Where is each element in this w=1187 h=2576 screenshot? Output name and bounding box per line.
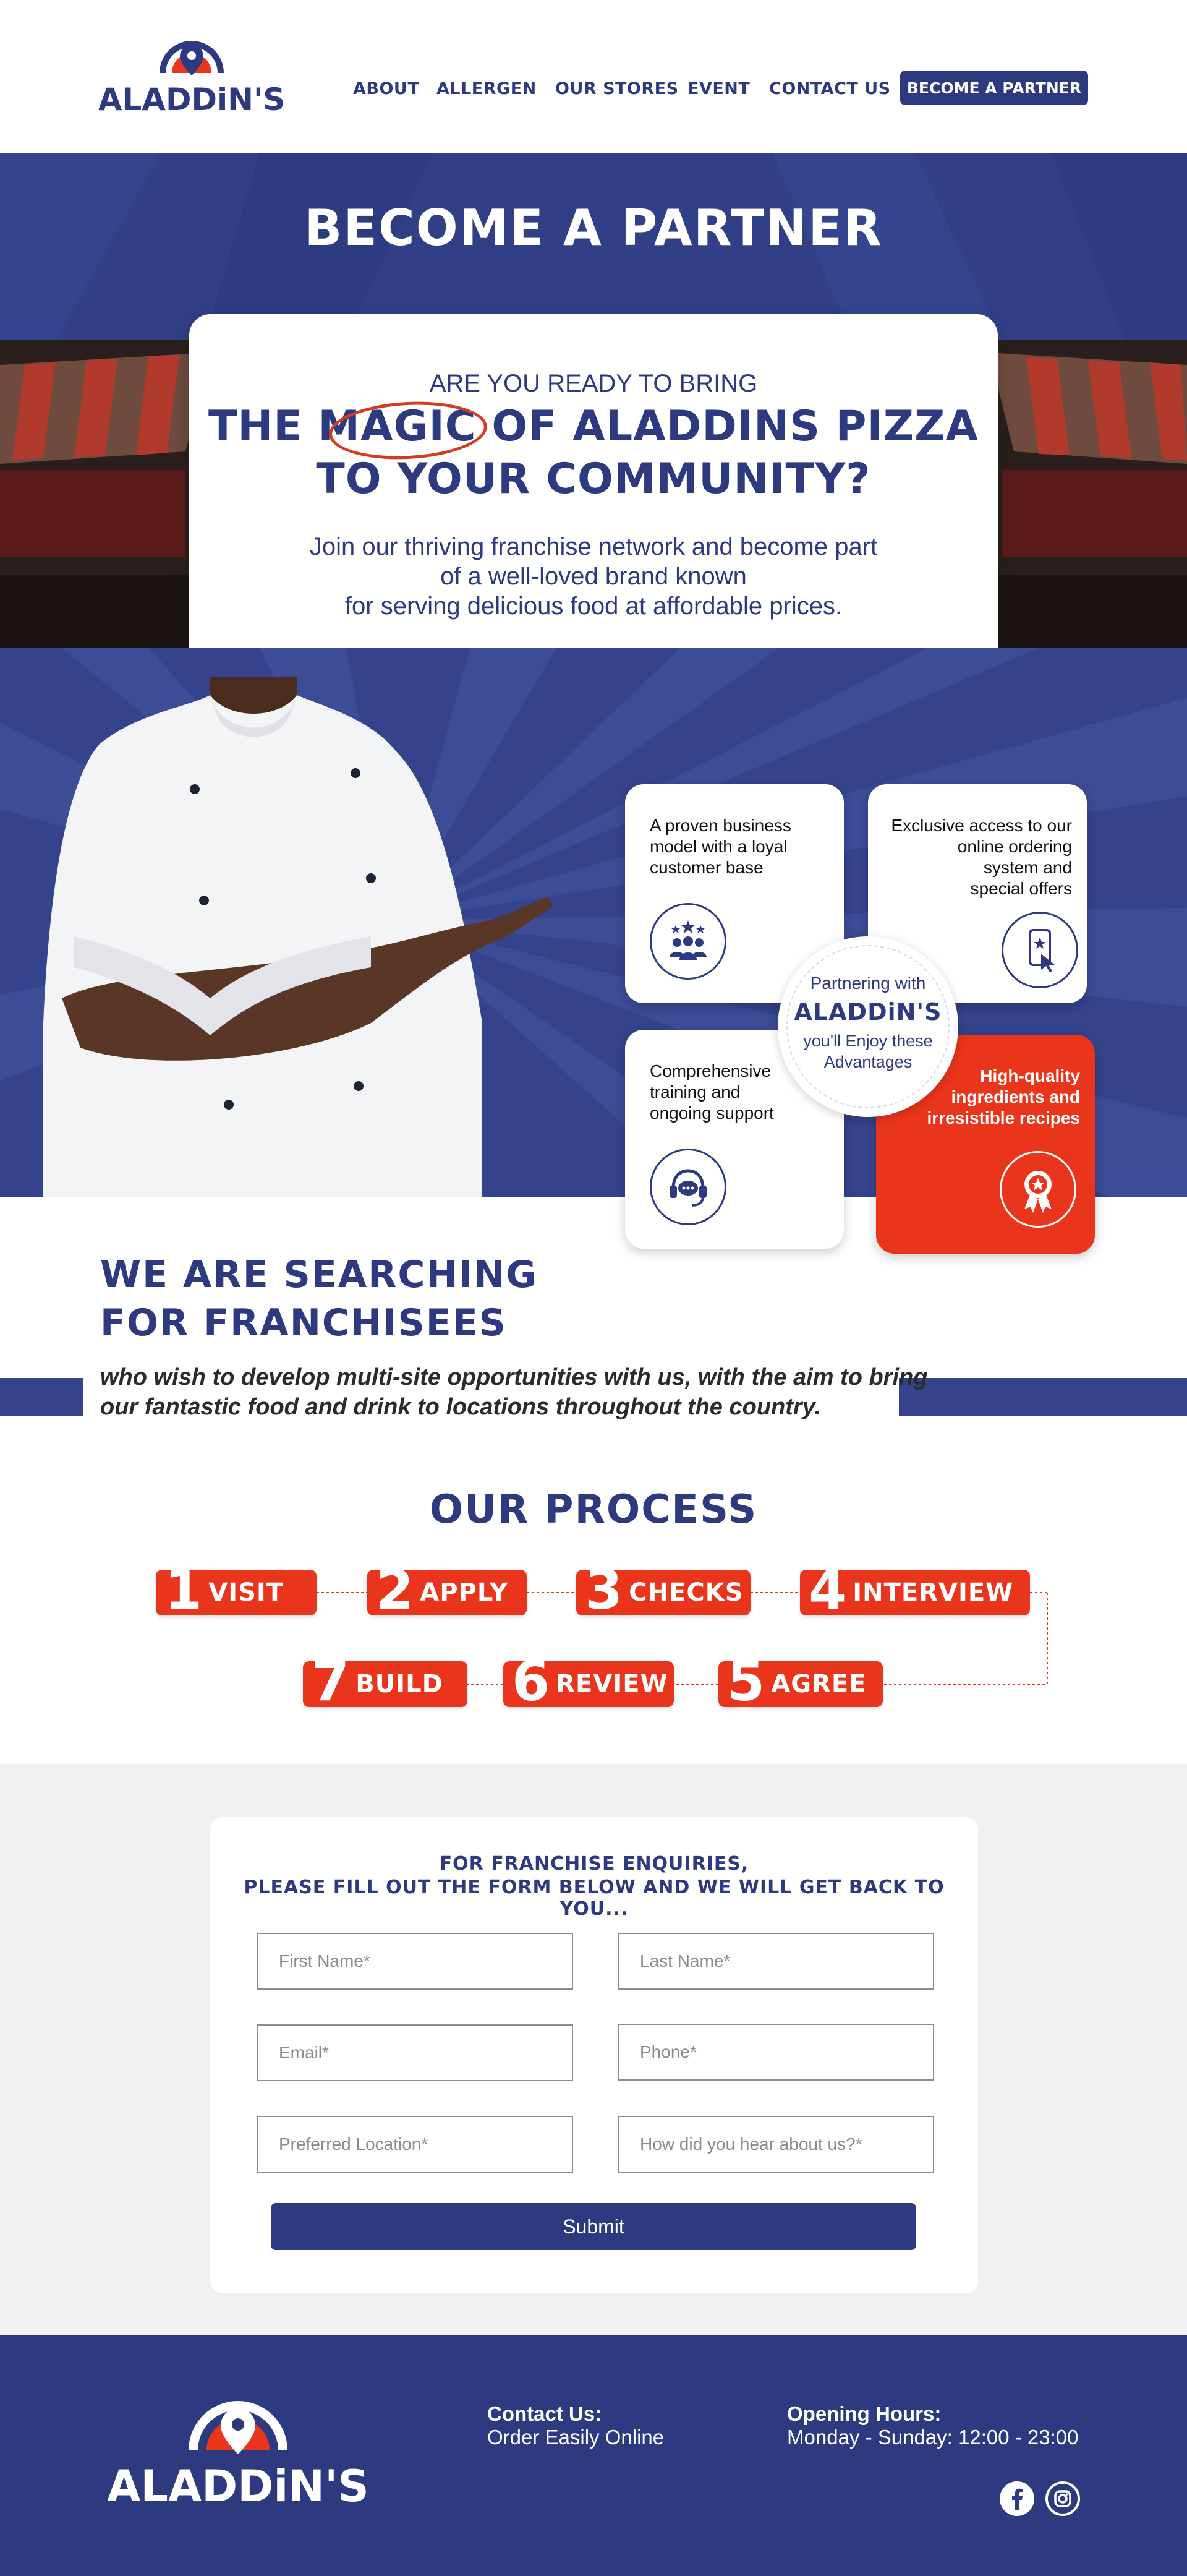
step-label: REVIEW [556, 1670, 668, 1698]
intro-kicker: ARE YOU READY TO BRING [429, 370, 758, 397]
franchise-subtext-line2: our fantastic food and drink to location… [100, 1394, 821, 1420]
footer-hours-text: Monday - Sunday: 12:00 - 23:00 [787, 2426, 1079, 2449]
step-label: BUILD [355, 1670, 443, 1698]
process-step-review[interactable]: 6 REVIEW [503, 1650, 674, 1713]
advantage-text-line: Exclusive access to our [891, 816, 1072, 835]
step-label: INTERVIEW [853, 1578, 1014, 1607]
footer-contact-heading: Contact Us: [487, 2402, 602, 2425]
submit-button[interactable]: Submit [271, 2203, 916, 2250]
badge-dashed-ring [786, 945, 950, 1108]
advantage-text-line: model with a loyal [650, 837, 788, 856]
instagram-icon[interactable] [1045, 2481, 1080, 2516]
chef-image [43, 677, 553, 1197]
advantage-text-line: A proven business [650, 816, 791, 835]
badge-text-line1: Partnering with [810, 973, 926, 993]
advantage-text-line: ingredients and [951, 1087, 1080, 1106]
first-name-field[interactable] [257, 1933, 573, 1990]
email-field[interactable] [257, 2024, 573, 2081]
step-number: 2 [376, 1558, 414, 1622]
footer-hours-heading: Opening Hours: [787, 2402, 942, 2425]
badge-text-line3: you'll Enjoy these Advantages [803, 1032, 933, 1071]
franchise-accent-strip-right [899, 1378, 1187, 1416]
advantage-text-line: ongoing support [650, 1103, 774, 1123]
intro-body-line3: for serving delicious food at affordable… [344, 593, 843, 620]
intro-body-line2: of a well-loved brand known [440, 563, 747, 590]
preferred-location-field[interactable] [257, 2116, 573, 2173]
support-headset-icon [650, 1149, 726, 1225]
step-label: CHECKS [629, 1578, 744, 1607]
nav-contact-us[interactable]: CONTACT US [769, 79, 891, 98]
process-step-visit[interactable]: 1 VISIT [156, 1558, 317, 1622]
advantage-text-line: Comprehensive [650, 1061, 772, 1080]
step-label: AGREE [771, 1670, 867, 1698]
intro-headline-line1: THE MAGIC OF ALADDINS PIZZA [208, 402, 979, 451]
advantage-text-line: system and [983, 858, 1072, 877]
step-number: 4 [809, 1558, 847, 1622]
nav-our-stores[interactable]: OUR STORES [555, 79, 679, 98]
intro-headline-line2: TO YOUR COMMUNITY? [316, 455, 871, 503]
advantage-text-line: irresistible recipes [927, 1108, 1080, 1128]
step-label: APPLY [420, 1578, 509, 1607]
page-title: BECOME A PARTNER [304, 199, 883, 257]
nav-about[interactable]: ABOUT [353, 79, 419, 98]
nav-allergen[interactable]: ALLERGEN [436, 79, 537, 98]
step-number: 6 [512, 1650, 550, 1713]
step-label: VISIT [208, 1578, 284, 1607]
become-partner-button[interactable]: BECOME A PARTNER [900, 71, 1088, 105]
step-number: 3 [585, 1558, 623, 1622]
last-name-field[interactable] [618, 1933, 934, 1990]
intro-body-line1: Join our thriving franchise network and … [309, 533, 878, 560]
process-step-checks[interactable]: 3 CHECKS [576, 1558, 751, 1622]
footer-logo-wordmark: ALADDiN'S [107, 2461, 369, 2509]
badge-brand: ALADDiN'S [794, 998, 942, 1025]
footer-brand-logo[interactable]: ALADDiN'S [105, 2397, 371, 2509]
brand-logo[interactable]: ALADDiN'S [99, 37, 284, 118]
step-number: 7 [312, 1650, 350, 1713]
advantage-text-line: customer base [650, 858, 764, 877]
facebook-icon[interactable] [1000, 2481, 1034, 2516]
referral-source-field[interactable] [618, 2116, 934, 2173]
logo-emblem-icon [160, 41, 224, 75]
people-stars-icon [650, 903, 726, 980]
advantage-text-line: online ordering [957, 837, 1072, 856]
footer-logo-emblem-icon [189, 2401, 287, 2454]
logo-wordmark: ALADDiN'S [99, 82, 284, 118]
form-heading-line1: FOR FRANCHISE ENQUIRIES, [439, 1853, 749, 1875]
award-ribbon-icon [1000, 1151, 1076, 1228]
franchise-heading-line1: WE ARE SEARCHING [100, 1253, 538, 1296]
step-number: 1 [164, 1558, 203, 1622]
process-step-apply[interactable]: 2 APPLY [367, 1558, 527, 1622]
process-title: OUR PROCESS [429, 1487, 758, 1533]
process-step-interview[interactable]: 4 INTERVIEW [800, 1558, 1030, 1622]
nav-event[interactable]: EVENT [687, 79, 750, 98]
advantage-text-line: special offers [970, 879, 1072, 898]
process-step-build[interactable]: 7 BUILD [303, 1650, 467, 1713]
footer-order-online-link[interactable]: Order Easily Online [487, 2426, 664, 2449]
form-heading-line2: PLEASE FILL OUT THE FORM BELOW AND WE WI… [244, 1876, 945, 1920]
franchise-subtext-line1: who wish to develop multi-site opportuni… [100, 1364, 928, 1390]
step-number: 5 [727, 1650, 765, 1713]
franchise-heading-line2: FOR FRANCHISEES [100, 1301, 507, 1345]
advantage-text-line: training and [650, 1082, 741, 1102]
franchise-accent-strip-left [0, 1378, 83, 1416]
phone-ordering-icon [1002, 912, 1078, 988]
process-step-agree[interactable]: 5 AGREE [718, 1650, 883, 1713]
phone-field[interactable] [618, 2024, 934, 2081]
